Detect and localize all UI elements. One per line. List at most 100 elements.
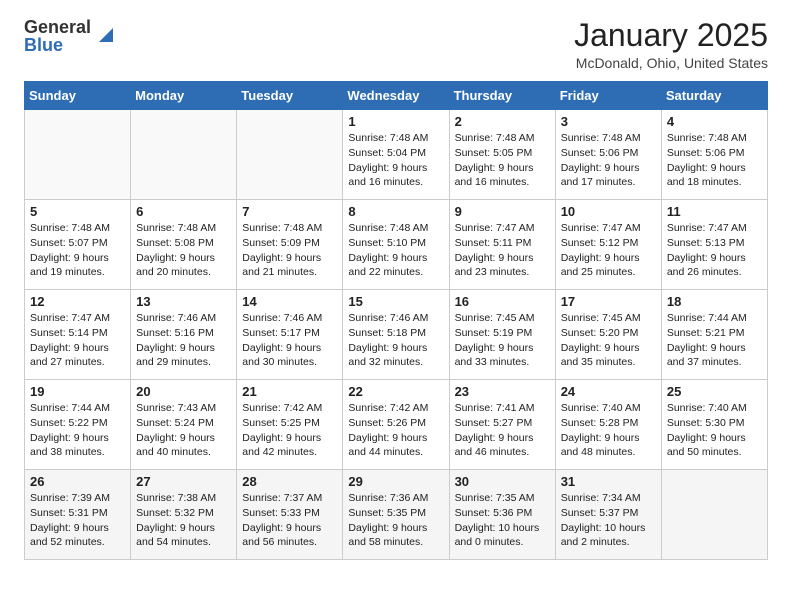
calendar-cell: 30Sunrise: 7:35 AM Sunset: 5:36 PM Dayli… (449, 470, 555, 560)
day-number: 19 (30, 384, 125, 399)
calendar-cell: 5 Sunrise: 7:48 AM Sunset: 5:07 PM Daylig… (25, 200, 131, 290)
calendar-cell (237, 110, 343, 200)
day-info: Sunrise: 7:46 AM Sunset: 5:18 PM Dayligh… (348, 311, 443, 370)
day-of-week-header: Wednesday (343, 82, 449, 110)
day-info: Sunrise: 7:48 AM Sunset: 5:04 PM Dayligh… (348, 131, 443, 190)
day-info: Sunrise: 7:38 AM Sunset: 5:32 PM Dayligh… (136, 491, 231, 550)
calendar-cell: 20 Sunrise: 7:43 AM Sunset: 5:24 PM Dayli… (131, 380, 237, 470)
day-info: Sunrise: 7:34 AM Sunset: 5:37 PM Dayligh… (561, 491, 656, 550)
day-info: Sunrise: 7:40 AM Sunset: 5:28 PM Dayligh… (561, 401, 656, 460)
day-number: 17 (561, 294, 656, 309)
day-info: Sunrise: 7:42 AM Sunset: 5:26 PM Dayligh… (348, 401, 443, 460)
day-number: 4 (667, 114, 762, 129)
day-number: 22 (348, 384, 443, 399)
day-of-week-header: Sunday (25, 82, 131, 110)
day-number: 18 (667, 294, 762, 309)
calendar-cell (25, 110, 131, 200)
header-row: SundayMondayTuesdayWednesdayThursdayFrid… (25, 82, 768, 110)
calendar-cell: 4 Sunrise: 7:48 AM Sunset: 5:06 PM Daylig… (661, 110, 767, 200)
day-number: 27 (136, 474, 231, 489)
day-number: 28 (242, 474, 337, 489)
calendar-cell: 2 Sunrise: 7:48 AM Sunset: 5:05 PM Daylig… (449, 110, 555, 200)
day-info: Sunrise: 7:36 AM Sunset: 5:35 PM Dayligh… (348, 491, 443, 550)
day-info: Sunrise: 7:43 AM Sunset: 5:24 PM Dayligh… (136, 401, 231, 460)
location: McDonald, Ohio, United States (574, 55, 768, 71)
day-info: Sunrise: 7:46 AM Sunset: 5:16 PM Dayligh… (136, 311, 231, 370)
calendar-week-row: 26Sunrise: 7:39 AM Sunset: 5:31 PM Dayli… (25, 470, 768, 560)
day-number: 31 (561, 474, 656, 489)
calendar-cell: 7Sunrise: 7:48 AM Sunset: 5:09 PM Daylig… (237, 200, 343, 290)
day-number: 20 (136, 384, 231, 399)
calendar-cell: 8Sunrise: 7:48 AM Sunset: 5:10 PM Daylig… (343, 200, 449, 290)
day-of-week-header: Monday (131, 82, 237, 110)
day-info: Sunrise: 7:40 AM Sunset: 5:30 PM Dayligh… (667, 401, 762, 460)
day-info: Sunrise: 7:45 AM Sunset: 5:19 PM Dayligh… (455, 311, 550, 370)
calendar-week-row: 5 Sunrise: 7:48 AM Sunset: 5:07 PM Daylig… (25, 200, 768, 290)
day-number: 6 (136, 204, 231, 219)
calendar-table: SundayMondayTuesdayWednesdayThursdayFrid… (24, 81, 768, 560)
day-number: 15 (348, 294, 443, 309)
calendar-week-row: 1Sunrise: 7:48 AM Sunset: 5:04 PM Daylig… (25, 110, 768, 200)
day-info: Sunrise: 7:44 AM Sunset: 5:21 PM Dayligh… (667, 311, 762, 370)
calendar-cell: 15 Sunrise: 7:46 AM Sunset: 5:18 PM Dayli… (343, 290, 449, 380)
calendar-cell: 31 Sunrise: 7:34 AM Sunset: 5:37 PM Dayli… (555, 470, 661, 560)
day-info: Sunrise: 7:48 AM Sunset: 5:10 PM Dayligh… (348, 221, 443, 280)
calendar-cell: 22 Sunrise: 7:42 AM Sunset: 5:26 PM Dayli… (343, 380, 449, 470)
day-info: Sunrise: 7:47 AM Sunset: 5:13 PM Dayligh… (667, 221, 762, 280)
day-number: 7 (242, 204, 337, 219)
day-info: Sunrise: 7:47 AM Sunset: 5:11 PM Dayligh… (455, 221, 550, 280)
logo-triangle-icon (95, 24, 117, 51)
day-info: Sunrise: 7:48 AM Sunset: 5:06 PM Dayligh… (561, 131, 656, 190)
calendar-cell: 18 Sunrise: 7:44 AM Sunset: 5:21 PM Dayli… (661, 290, 767, 380)
calendar-cell: 19 Sunrise: 7:44 AM Sunset: 5:22 PM Dayli… (25, 380, 131, 470)
calendar-cell (131, 110, 237, 200)
calendar-wrapper: SundayMondayTuesdayWednesdayThursdayFrid… (0, 81, 792, 576)
calendar-cell: 9 Sunrise: 7:47 AM Sunset: 5:11 PM Daylig… (449, 200, 555, 290)
calendar-cell: 16 Sunrise: 7:45 AM Sunset: 5:19 PM Dayli… (449, 290, 555, 380)
calendar-cell: 12Sunrise: 7:47 AM Sunset: 5:14 PM Dayli… (25, 290, 131, 380)
day-number: 11 (667, 204, 762, 219)
day-number: 21 (242, 384, 337, 399)
calendar-cell: 27 Sunrise: 7:38 AM Sunset: 5:32 PM Dayli… (131, 470, 237, 560)
day-number: 13 (136, 294, 231, 309)
logo: General Blue (24, 18, 117, 56)
day-number: 14 (242, 294, 337, 309)
day-info: Sunrise: 7:46 AM Sunset: 5:17 PM Dayligh… (242, 311, 337, 370)
calendar-cell: 6Sunrise: 7:48 AM Sunset: 5:08 PM Daylig… (131, 200, 237, 290)
day-info: Sunrise: 7:42 AM Sunset: 5:25 PM Dayligh… (242, 401, 337, 460)
day-info: Sunrise: 7:44 AM Sunset: 5:22 PM Dayligh… (30, 401, 125, 460)
month-title: January 2025 (574, 18, 768, 53)
calendar-week-row: 12Sunrise: 7:47 AM Sunset: 5:14 PM Dayli… (25, 290, 768, 380)
day-number: 23 (455, 384, 550, 399)
calendar-cell: 13 Sunrise: 7:46 AM Sunset: 5:16 PM Dayli… (131, 290, 237, 380)
calendar-cell: 14 Sunrise: 7:46 AM Sunset: 5:17 PM Dayli… (237, 290, 343, 380)
page: General Blue January 2025 McDonald, Ohio… (0, 0, 792, 576)
day-number: 25 (667, 384, 762, 399)
day-of-week-header: Thursday (449, 82, 555, 110)
calendar-cell: 3Sunrise: 7:48 AM Sunset: 5:06 PM Daylig… (555, 110, 661, 200)
day-number: 26 (30, 474, 125, 489)
day-number: 9 (455, 204, 550, 219)
logo-block: General Blue (24, 18, 117, 56)
day-info: Sunrise: 7:47 AM Sunset: 5:14 PM Dayligh… (30, 311, 125, 370)
day-number: 16 (455, 294, 550, 309)
day-info: Sunrise: 7:48 AM Sunset: 5:06 PM Dayligh… (667, 131, 762, 190)
day-info: Sunrise: 7:37 AM Sunset: 5:33 PM Dayligh… (242, 491, 337, 550)
header: General Blue January 2025 McDonald, Ohio… (0, 0, 792, 81)
title-block: January 2025 McDonald, Ohio, United Stat… (574, 18, 768, 71)
calendar-cell: 24 Sunrise: 7:40 AM Sunset: 5:28 PM Dayli… (555, 380, 661, 470)
day-info: Sunrise: 7:48 AM Sunset: 5:07 PM Dayligh… (30, 221, 125, 280)
day-info: Sunrise: 7:45 AM Sunset: 5:20 PM Dayligh… (561, 311, 656, 370)
day-number: 5 (30, 204, 125, 219)
calendar-cell: 21 Sunrise: 7:42 AM Sunset: 5:25 PM Dayli… (237, 380, 343, 470)
day-number: 2 (455, 114, 550, 129)
day-info: Sunrise: 7:48 AM Sunset: 5:05 PM Dayligh… (455, 131, 550, 190)
calendar-cell: 28 Sunrise: 7:37 AM Sunset: 5:33 PM Dayli… (237, 470, 343, 560)
calendar-cell (661, 470, 767, 560)
calendar-cell: 17 Sunrise: 7:45 AM Sunset: 5:20 PM Dayli… (555, 290, 661, 380)
logo-blue: Blue (24, 36, 63, 56)
day-number: 24 (561, 384, 656, 399)
calendar-cell: 10Sunrise: 7:47 AM Sunset: 5:12 PM Dayli… (555, 200, 661, 290)
day-of-week-header: Saturday (661, 82, 767, 110)
day-info: Sunrise: 7:41 AM Sunset: 5:27 PM Dayligh… (455, 401, 550, 460)
